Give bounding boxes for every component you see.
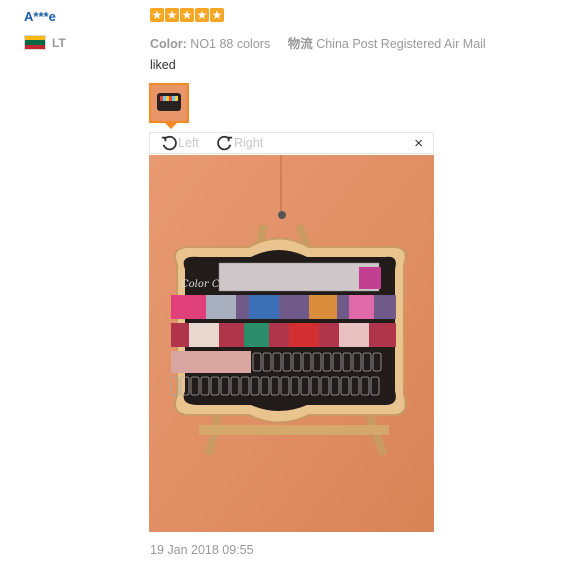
review-photo: Color Co bbox=[149, 155, 434, 532]
star-icon: ★ bbox=[195, 8, 209, 22]
reviewer-name[interactable]: A***e bbox=[24, 9, 56, 24]
star-rating: ★ ★ ★ ★ ★ bbox=[150, 8, 224, 22]
reviewer-country: LT bbox=[24, 35, 66, 50]
rotate-left-icon bbox=[161, 135, 177, 151]
photo-image: Color Co bbox=[149, 155, 434, 532]
flag-stripe-red bbox=[25, 44, 45, 49]
nail-swatches-row1 bbox=[218, 262, 381, 292]
photo-thumbnail[interactable] bbox=[149, 83, 189, 123]
image-viewer-toolbar: Left Right × bbox=[149, 132, 434, 154]
star-icon: ★ bbox=[180, 8, 194, 22]
star-icon: ★ bbox=[150, 8, 164, 22]
color-label: Color: bbox=[150, 37, 187, 51]
logistics-value: China Post Registered Air Mail bbox=[316, 37, 486, 51]
rotate-right-button[interactable]: Right bbox=[216, 134, 263, 152]
nail-swatches-row4 bbox=[171, 351, 251, 373]
flag-icon bbox=[24, 35, 46, 50]
nail-swatches-row3 bbox=[171, 323, 396, 347]
thumbnail-pointer bbox=[165, 123, 177, 129]
star-icon: ★ bbox=[210, 8, 224, 22]
star-icon: ★ bbox=[165, 8, 179, 22]
logistics-label: 物流 bbox=[287, 37, 313, 51]
rotate-left-button[interactable]: Left bbox=[160, 134, 199, 152]
order-meta: Color: NO1 88 colors 物流 China Post Regis… bbox=[150, 33, 500, 52]
country-code: LT bbox=[52, 35, 66, 50]
rotate-left-label: Left bbox=[178, 136, 199, 150]
rotate-right-label: Right bbox=[234, 136, 264, 150]
thumbnail-board bbox=[157, 93, 181, 111]
close-icon[interactable]: × bbox=[414, 135, 423, 152]
nail-swatches-row2 bbox=[171, 295, 396, 319]
feedback-text: liked bbox=[150, 58, 176, 72]
review-timestamp: 19 Jan 2018 09:55 bbox=[150, 543, 254, 557]
color-value: NO1 88 colors bbox=[190, 37, 271, 51]
rotate-right-icon bbox=[217, 135, 233, 151]
